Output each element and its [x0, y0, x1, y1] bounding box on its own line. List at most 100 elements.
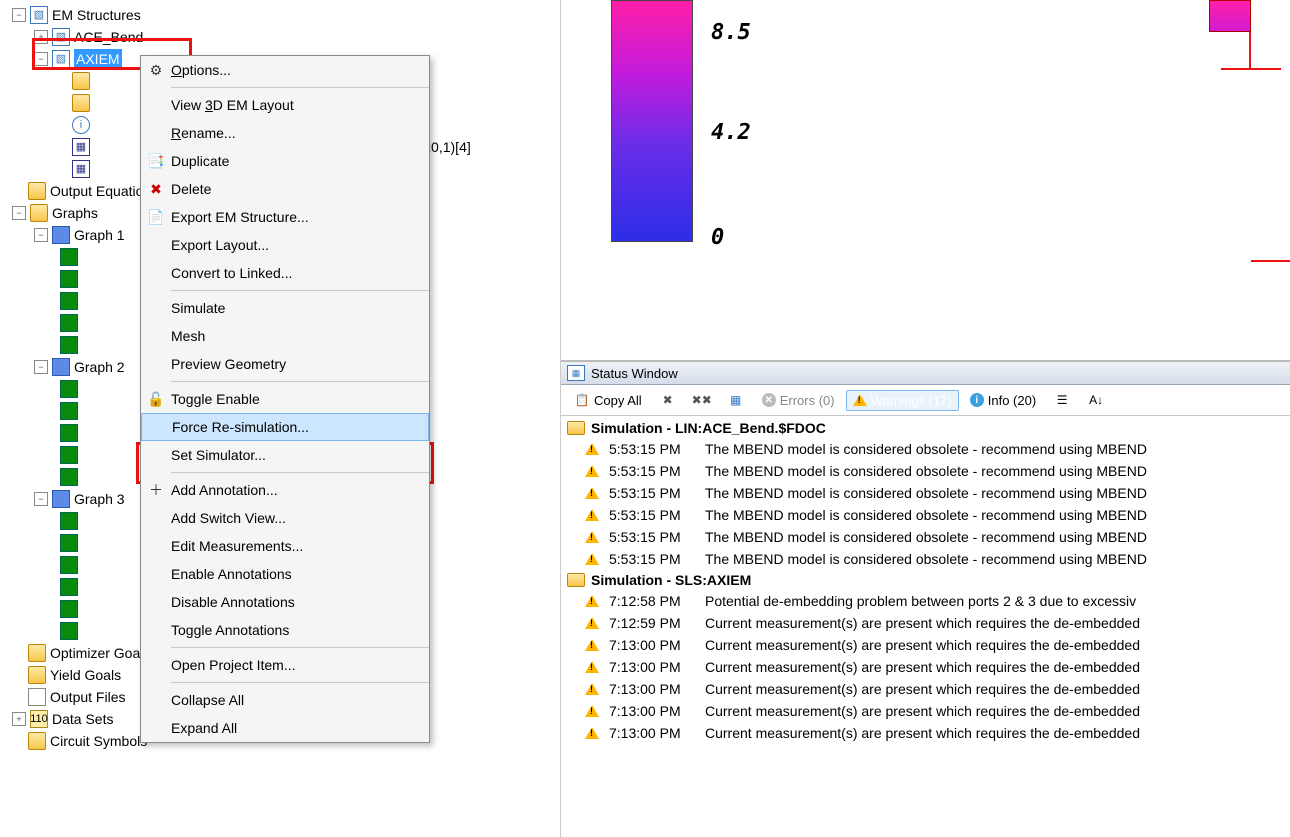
status-window-title: Status Window [591, 366, 678, 381]
log-row[interactable]: 5:53:15 PMThe MBEND model is considered … [561, 504, 1290, 526]
log-row[interactable]: 5:53:15 PMThe MBEND model is considered … [561, 548, 1290, 570]
log-message: The MBEND model is considered obsolete -… [705, 441, 1147, 457]
errors-filter-button[interactable]: ✕ Errors (0) [755, 390, 842, 411]
menu-icon: ＋ [141, 476, 171, 504]
menu-item[interactable]: Expand All [141, 714, 429, 742]
menu-item[interactable]: View 3D EM Layout [141, 91, 429, 119]
expand-icon[interactable]: − [34, 52, 48, 66]
menu-item[interactable]: Convert to Linked... [141, 259, 429, 287]
menu-item[interactable]: Enable Annotations [141, 560, 429, 588]
expand-icon[interactable]: − [34, 228, 48, 242]
warning-icon [585, 705, 599, 717]
log-row[interactable]: 5:53:15 PMThe MBEND model is considered … [561, 438, 1290, 460]
menu-item[interactable]: ⚙Options... [141, 56, 429, 84]
log-time: 5:53:15 PM [609, 507, 705, 523]
menu-item[interactable]: Collapse All [141, 686, 429, 714]
xx-icon: ✖✖ [694, 392, 710, 408]
expand-icon[interactable]: + [12, 712, 26, 726]
x-icon: ✖ [660, 392, 676, 408]
tree-node-em-structures[interactable]: − ▧ EM Structures [8, 4, 560, 26]
info-filter-button[interactable]: i Info (20) [963, 390, 1043, 411]
log-row[interactable]: 7:13:00 PMCurrent measurement(s) are pre… [561, 678, 1290, 700]
menu-label: Edit Measurements... [171, 538, 419, 554]
dataset-icon: 110 [30, 710, 48, 728]
menu-item[interactable]: Simulate [141, 294, 429, 322]
menu-item[interactable]: 🔓Toggle Enable [141, 385, 429, 413]
tree-label: Graph 1 [74, 225, 125, 245]
menu-item[interactable]: Preview Geometry [141, 350, 429, 378]
folder-icon [567, 573, 585, 587]
copy-all-button[interactable]: 📋 Copy All [567, 389, 649, 411]
menu-label: Duplicate [171, 153, 419, 169]
expand-icon[interactable]: − [12, 8, 26, 22]
menu-item[interactable]: Export Layout... [141, 231, 429, 259]
tree-node-ace-bend[interactable]: + ▧ ACE_Bend [8, 26, 560, 48]
expand-icon[interactable]: − [34, 492, 48, 506]
log-row[interactable]: 5:53:15 PMThe MBEND model is considered … [561, 526, 1290, 548]
menu-item[interactable]: Force Re-simulation... [141, 413, 429, 441]
menu-item[interactable]: Add Switch View... [141, 504, 429, 532]
log-row[interactable]: 7:13:00 PMCurrent measurement(s) are pre… [561, 700, 1290, 722]
log-time: 7:13:00 PM [609, 725, 705, 741]
graph-icon [52, 490, 70, 508]
log-time: 7:13:00 PM [609, 637, 705, 653]
warnings-filter-button[interactable]: Warnings (17) [846, 390, 959, 411]
status-log[interactable]: Simulation - LIN:ACE_Bend.$FDOC5:53:15 P… [561, 416, 1290, 837]
list-view-button[interactable]: ☰ [1047, 389, 1077, 411]
open-item-button[interactable]: ▦ [721, 389, 751, 411]
log-time: 5:53:15 PM [609, 529, 705, 545]
log-row[interactable]: 7:12:59 PMCurrent measurement(s) are pre… [561, 612, 1290, 634]
log-time: 7:12:59 PM [609, 615, 705, 631]
menu-item[interactable]: 📑Duplicate [141, 147, 429, 175]
menu-label: Collapse All [171, 692, 419, 708]
warning-icon [585, 553, 599, 565]
delete-button[interactable]: ✖ [653, 389, 683, 411]
menu-icon [141, 322, 171, 350]
menu-icon: ⚙ [141, 56, 171, 84]
log-row[interactable]: 5:53:15 PMThe MBEND model is considered … [561, 460, 1290, 482]
log-message: Current measurement(s) are present which… [705, 659, 1140, 675]
log-row[interactable]: 7:13:00 PMCurrent measurement(s) are pre… [561, 656, 1290, 678]
log-row[interactable]: 7:13:00 PMCurrent measurement(s) are pre… [561, 722, 1290, 744]
graph-icon [52, 226, 70, 244]
tree-label: Optimizer Goals [50, 643, 150, 663]
menu-item[interactable]: Set Simulator... [141, 441, 429, 469]
warning-icon [585, 487, 599, 499]
log-row[interactable]: 7:13:00 PMCurrent measurement(s) are pre… [561, 634, 1290, 656]
log-time: 5:53:15 PM [609, 485, 705, 501]
delete-all-button[interactable]: ✖✖ [687, 389, 717, 411]
warning-icon [585, 443, 599, 455]
menu-item[interactable]: 📄Export EM Structure... [141, 203, 429, 231]
folder-icon [28, 732, 46, 750]
expand-icon[interactable]: + [34, 30, 48, 44]
menu-label: Export EM Structure... [171, 209, 419, 225]
log-row[interactable]: 5:53:15 PMThe MBEND model is considered … [561, 482, 1290, 504]
menu-item[interactable]: ＋Add Annotation... [141, 476, 429, 504]
expand-icon[interactable]: − [34, 360, 48, 374]
menu-item[interactable]: Edit Measurements... [141, 532, 429, 560]
menu-icon: 📄 [141, 203, 171, 231]
menu-item[interactable]: ✖Delete [141, 175, 429, 203]
log-row[interactable]: 7:12:58 PMPotential de-embedding problem… [561, 590, 1290, 612]
menu-item[interactable]: Mesh [141, 322, 429, 350]
warning-icon [585, 683, 599, 695]
log-group-header[interactable]: Simulation - LIN:ACE_Bend.$FDOC [561, 418, 1290, 438]
menu-item[interactable]: Open Project Item... [141, 651, 429, 679]
context-menu[interactable]: ⚙Options... View 3D EM LayoutRename...📑Du… [140, 55, 430, 743]
log-message: Current measurement(s) are present which… [705, 725, 1140, 741]
em-canvas[interactable]: 8.5 4.2 0 [561, 0, 1290, 362]
menu-label: Enable Annotations [171, 566, 419, 582]
log-time: 7:12:58 PM [609, 593, 705, 609]
tree-label: ACE_Bend [74, 27, 143, 47]
series-icon [60, 248, 78, 266]
menu-item[interactable]: Rename... [141, 119, 429, 147]
menu-item[interactable]: Toggle Annotations [141, 616, 429, 644]
geometry-edge [1221, 68, 1281, 70]
menu-icon [141, 119, 171, 147]
menu-item[interactable]: Disable Annotations [141, 588, 429, 616]
log-group-header[interactable]: Simulation - SLS:AXIEM [561, 570, 1290, 590]
sort-button[interactable]: A↓ [1081, 389, 1111, 411]
menu-icon [141, 350, 171, 378]
btn-label: Copy All [594, 393, 642, 408]
expand-icon[interactable]: − [12, 206, 26, 220]
